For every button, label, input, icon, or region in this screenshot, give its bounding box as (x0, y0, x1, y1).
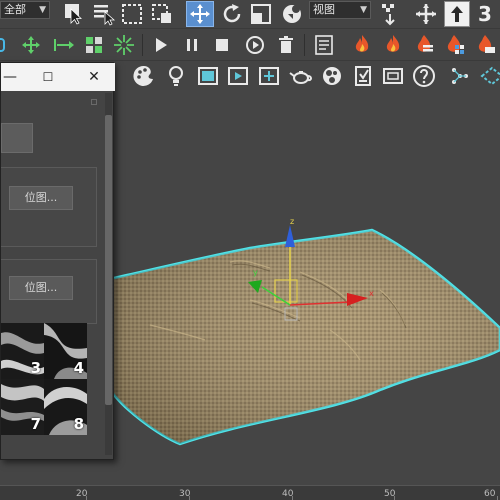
bitmap-button[interactable]: 位图... (9, 186, 73, 210)
align-icon[interactable] (52, 33, 76, 57)
render-frame-icon[interactable] (196, 64, 220, 88)
replay-icon[interactable] (243, 33, 267, 57)
render-region-icon[interactable] (257, 64, 281, 88)
fire-grid-icon[interactable] (442, 33, 466, 57)
pivot-center-icon[interactable] (378, 2, 402, 26)
dialog-scrollbar[interactable] (105, 93, 112, 455)
bitmap-group-2: 位图... (1, 259, 97, 324)
trash-icon[interactable] (274, 33, 298, 57)
particle-flow-icon[interactable] (448, 64, 472, 88)
stop-icon[interactable] (212, 34, 232, 56)
minimize-button[interactable]: — (0, 67, 21, 87)
material-editor-icon[interactable] (132, 64, 156, 88)
texture-thumbnails: 3 4 7 8 (1, 323, 87, 435)
window-crossing-icon[interactable] (150, 2, 174, 26)
pause-icon[interactable] (182, 34, 202, 56)
maximize-button[interactable]: ☐ (37, 67, 59, 87)
close-button[interactable]: ✕ (83, 67, 105, 87)
timeline-tick-label: 40 (282, 489, 294, 499)
particle-view-icon[interactable] (480, 64, 500, 88)
teapot-icon[interactable] (289, 64, 313, 88)
timeline-tick-label: 30 (179, 489, 191, 499)
main-toolbar: 全部 ▼ 视图 ▼ 3 (0, 0, 500, 28)
thumbnail-number: 8 (73, 415, 84, 433)
rectangular-selection-icon[interactable] (120, 2, 144, 26)
reference-coordinate-dropdown[interactable]: 视图 ▼ (309, 1, 371, 19)
image-viewer-icon[interactable] (381, 64, 405, 88)
texture-thumbnail[interactable]: 4 (44, 323, 87, 379)
select-and-manipulate-icon[interactable] (414, 2, 438, 26)
fire-icon[interactable] (381, 33, 405, 57)
list-icon[interactable] (312, 33, 336, 57)
bitmap-button[interactable]: 位图... (9, 276, 73, 300)
scrollbar-thumb[interactable] (105, 115, 112, 405)
panel-grip-icon (91, 99, 97, 105)
dialog-titlebar[interactable]: — ☐ ✕ (1, 63, 115, 91)
help-icon[interactable] (412, 64, 436, 88)
tick-mark (497, 496, 498, 500)
cloth-shading (105, 230, 500, 444)
thumbnail-number: 3 (30, 359, 41, 377)
fire-layer-icon[interactable] (473, 33, 497, 57)
reference-coordinate-value: 视图 (313, 3, 335, 16)
environment-icon[interactable] (320, 64, 344, 88)
toolbar-divider (142, 34, 143, 56)
texture-thumbnail[interactable]: 3 (1, 323, 44, 379)
thumbnail-number: 4 (73, 359, 84, 377)
texture-thumbnail[interactable]: 8 (44, 379, 87, 435)
fire-settings-icon[interactable] (412, 33, 436, 57)
selection-filter-dropdown[interactable]: 全部 ▼ (0, 1, 50, 19)
select-and-move-icon[interactable] (186, 1, 214, 27)
axis-y-label: y (253, 268, 258, 277)
layer-explorer-icon[interactable] (82, 33, 106, 57)
timeline-tick-label: 50 (384, 489, 396, 499)
toolbar-divider (304, 34, 305, 56)
link-icon[interactable] (0, 33, 10, 57)
3ds-max-window: 全部 ▼ 视图 ▼ 3 z x y 20 30 40 50 60 — ☐ ✕ 位… (0, 0, 500, 500)
fire-icon[interactable] (350, 33, 374, 57)
timeline-ruler[interactable]: 20 30 40 50 60 (0, 485, 500, 500)
select-and-rotate-icon[interactable] (220, 2, 244, 26)
color-swatch-button[interactable] (1, 123, 33, 153)
axis-x-label: x (369, 289, 374, 298)
chevron-down-icon: ▼ (360, 5, 367, 15)
placement-icon[interactable] (280, 2, 304, 26)
snaps-toggle-label[interactable]: 3 (478, 2, 492, 26)
play-icon[interactable] (151, 34, 171, 56)
material-dialog: — ☐ ✕ 位图... 位图... 3 4 7 8 (0, 62, 115, 460)
render-setup-icon[interactable] (351, 64, 375, 88)
timeline-tick-label: 60 (484, 489, 496, 499)
spark-icon[interactable] (112, 33, 136, 57)
select-object-icon[interactable] (62, 2, 86, 26)
keyboard-shortcut-override-icon[interactable] (444, 1, 470, 27)
render-production-icon[interactable] (226, 64, 250, 88)
selection-filter-value: 全部 (4, 3, 26, 16)
light-bulb-icon[interactable] (164, 64, 188, 88)
axis-z-label: z (290, 217, 294, 226)
select-and-scale-icon[interactable] (249, 2, 273, 26)
chevron-down-icon: ▼ (39, 5, 46, 15)
timeline-tick-label: 20 (76, 489, 88, 499)
thumbnail-number: 7 (30, 415, 41, 433)
select-by-name-icon[interactable] (92, 2, 116, 26)
bitmap-group-1: 位图... (1, 167, 97, 247)
secondary-toolbar (0, 28, 500, 60)
move-gizmo-icon[interactable] (19, 33, 43, 57)
texture-thumbnail[interactable]: 7 (1, 379, 44, 435)
